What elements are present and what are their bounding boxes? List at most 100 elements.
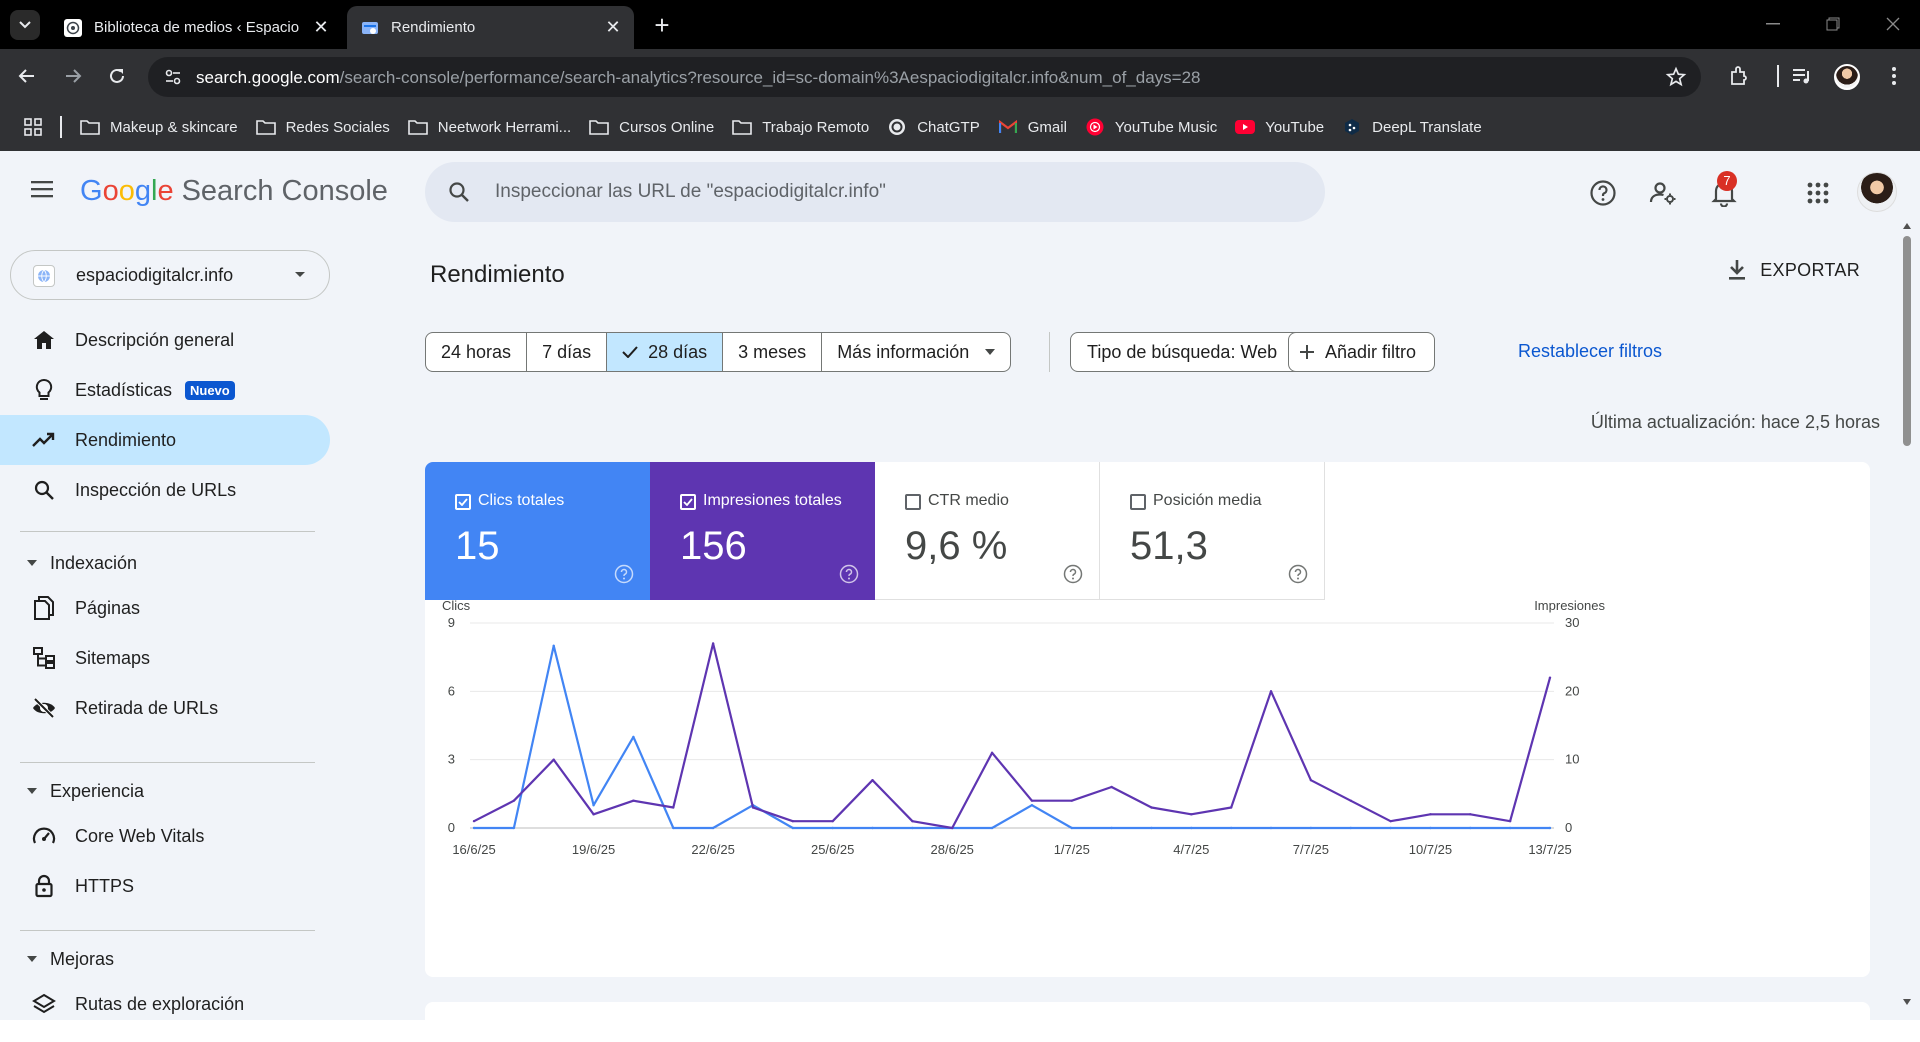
help-icon[interactable]: [614, 564, 634, 584]
search-icon: [32, 478, 56, 502]
data-point: [472, 826, 476, 830]
forward-arrow-icon[interactable]: [59, 62, 87, 90]
bookmark-label: Trabajo Remoto: [762, 118, 870, 136]
metric-checkbox-checked[interactable]: [680, 494, 696, 510]
address-bar[interactable]: search.google.com/search-console/perform…: [148, 57, 1701, 97]
export-button[interactable]: EXPORTAR: [1728, 259, 1860, 281]
help-icon[interactable]: [839, 564, 859, 584]
property-selector[interactable]: espaciodigitalcr.info: [10, 250, 330, 300]
metric-checkbox-unchecked[interactable]: [1130, 494, 1146, 510]
site-settings-icon[interactable]: [162, 66, 184, 88]
sidebar-item-pages[interactable]: Páginas: [0, 583, 330, 633]
manage-accounts-icon[interactable]: [1648, 178, 1678, 208]
scroll-down-icon[interactable]: [1903, 998, 1911, 1006]
data-point: [1030, 804, 1034, 807]
sidebar-item-https[interactable]: HTTPS: [0, 861, 330, 911]
bookmark-redes-sociales[interactable]: Redes Sociales: [255, 117, 390, 137]
reset-filters-link[interactable]: Restablecer filtros: [1518, 341, 1662, 362]
new-tab-button[interactable]: +: [648, 12, 676, 40]
bookmark-youtube-music[interactable]: YouTube Music: [1085, 117, 1217, 137]
sidebar-item-breadcrumbs[interactable]: Rutas de exploración: [0, 979, 330, 1029]
range-7d[interactable]: 7 días: [527, 333, 608, 371]
tab-title: Rendimiento: [391, 19, 476, 36]
apps-grid-icon[interactable]: [22, 116, 44, 138]
data-point: [1110, 785, 1113, 789]
data-point: [1070, 799, 1073, 802]
tab-media-library[interactable]: Biblioteca de medios ‹ Espacio ✕: [50, 6, 342, 49]
metric-value: 9,6 %: [905, 524, 1008, 568]
metric-clicks[interactable]: Clics totales 15: [425, 462, 650, 600]
url-inspection-search[interactable]: [425, 162, 1325, 222]
section-enhancements[interactable]: Mejoras: [0, 939, 330, 979]
sidebar-item-overview[interactable]: Descripción general: [0, 315, 330, 365]
reload-icon[interactable]: [103, 62, 131, 90]
browser-profile-avatar[interactable]: [1834, 64, 1860, 90]
range-3m[interactable]: 3 meses: [723, 333, 823, 371]
page-scrollbar[interactable]: [1900, 218, 1914, 1019]
data-point: [791, 826, 795, 830]
metric-checkbox-checked[interactable]: [455, 494, 471, 510]
data-point: [871, 778, 874, 782]
url-inspection-input[interactable]: [495, 176, 1275, 208]
close-window-icon[interactable]: [1878, 12, 1908, 36]
bookmark-chatgtp[interactable]: ChatGTP: [887, 117, 980, 137]
google-apps-icon[interactable]: [1803, 178, 1833, 208]
youtube-icon: [1235, 117, 1256, 137]
plus-icon: [1299, 344, 1315, 360]
tab-search-button[interactable]: [10, 10, 40, 40]
x-tick-label: 13/7/25: [1528, 842, 1571, 857]
minimize-icon[interactable]: [1758, 12, 1788, 36]
data-point: [552, 758, 555, 761]
sidebar-item-performance[interactable]: Rendimiento: [0, 415, 330, 465]
close-icon[interactable]: ✕: [310, 17, 332, 39]
youtube-music-icon: [1085, 117, 1105, 137]
sidebar-item-core-web-vitals[interactable]: Core Web Vitals: [0, 811, 330, 861]
collapse-arrow-icon: [26, 785, 38, 797]
help-icon[interactable]: [1288, 564, 1308, 584]
metric-impressions[interactable]: Impresiones totales 156: [650, 462, 875, 600]
help-icon[interactable]: [1063, 564, 1083, 584]
range-label: 7 días: [542, 341, 592, 362]
sidebar-item-sitemaps[interactable]: Sitemaps: [0, 633, 330, 683]
bookmark-trabajo-remoto[interactable]: Trabajo Remoto: [732, 117, 869, 137]
more-vert-icon[interactable]: [1880, 62, 1908, 90]
search-console-logo[interactable]: Google Search Console: [80, 175, 388, 208]
sidebar-item-removals[interactable]: Retirada de URLs: [0, 683, 330, 733]
range-more[interactable]: Más información: [822, 333, 1010, 371]
extensions-icon[interactable]: [1725, 62, 1753, 90]
data-point: [831, 826, 834, 830]
close-icon[interactable]: ✕: [602, 17, 624, 39]
bookmark-makeup[interactable]: Makeup & skincare: [80, 117, 238, 137]
metric-ctr[interactable]: CTR medio 9,6 %: [875, 462, 1100, 600]
tab-rendimiento[interactable]: Rendimiento ✕: [347, 6, 634, 49]
bookmark-youtube[interactable]: YouTube: [1235, 117, 1324, 137]
range-28d[interactable]: 28 días: [607, 333, 724, 371]
scrollbar-thumb[interactable]: [1903, 236, 1911, 446]
add-filter-button[interactable]: Añadir filtro: [1288, 332, 1436, 372]
bookmark-deepl[interactable]: DeepL Translate: [1342, 117, 1482, 137]
bookmark-cursos-online[interactable]: Cursos Online: [589, 117, 714, 137]
menu-icon[interactable]: [30, 179, 56, 203]
bookmark-neetwork[interactable]: Neetwork Herrami...: [407, 117, 571, 137]
section-experience[interactable]: Experiencia: [0, 771, 330, 811]
section-indexing[interactable]: Indexación: [0, 543, 330, 583]
account-avatar[interactable]: [1857, 172, 1897, 212]
data-point: [512, 826, 516, 830]
search-type-filter[interactable]: Tipo de búsqueda: Web: [1070, 332, 1321, 372]
range-24h[interactable]: 24 horas: [426, 333, 528, 371]
bookmark-star-icon[interactable]: [1665, 66, 1687, 88]
scroll-up-icon[interactable]: [1903, 222, 1911, 230]
sidebar-item-insights[interactable]: Estadísticas Nuevo: [0, 365, 330, 415]
metric-position[interactable]: Posición media 51,3: [1100, 462, 1325, 600]
metric-checkbox-unchecked[interactable]: [905, 494, 921, 510]
back-arrow-icon[interactable]: [13, 62, 41, 90]
media-controls-icon[interactable]: [1788, 62, 1816, 90]
x-tick-label: 4/7/25: [1173, 842, 1209, 857]
metric-label: Posición media: [1153, 492, 1262, 509]
sidebar-item-url-inspection[interactable]: Inspección de URLs: [0, 465, 330, 515]
bookmark-gmail[interactable]: Gmail: [998, 117, 1067, 137]
help-icon[interactable]: [1588, 178, 1618, 208]
bookmark-label: YouTube Music: [1114, 118, 1218, 136]
bookmark-label: Cursos Online: [619, 118, 715, 136]
restore-icon[interactable]: [1818, 12, 1848, 36]
